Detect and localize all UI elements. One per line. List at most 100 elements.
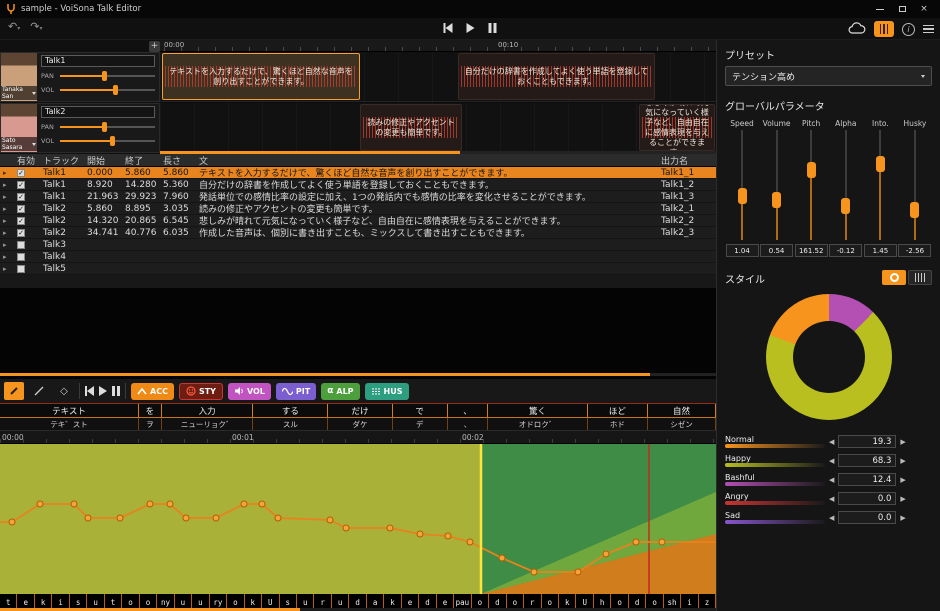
- pen-tool-button[interactable]: [4, 382, 24, 400]
- row-play-icon[interactable]: ▸: [0, 215, 14, 226]
- row-text[interactable]: 自分だけの辞書を作成してよく使う単語を登録しておくこともできます。: [196, 179, 658, 190]
- word-segment[interactable]: ほど: [588, 404, 648, 417]
- edit-pause-button[interactable]: [112, 386, 120, 396]
- row-play-icon[interactable]: ▸: [0, 239, 14, 250]
- track-row[interactable]: Tanaka San Talk1 PAN: [0, 52, 160, 102]
- word-segment[interactable]: する: [253, 404, 328, 417]
- style-value[interactable]: 0.0: [838, 511, 896, 524]
- param-slider-handle[interactable]: [807, 162, 816, 178]
- decrement-button[interactable]: ◀: [829, 514, 834, 522]
- reading-segment[interactable]: ダケ: [328, 418, 392, 430]
- word-segment[interactable]: で: [393, 404, 448, 417]
- vol-slider[interactable]: [60, 136, 155, 146]
- param-value[interactable]: 1.45: [864, 244, 897, 257]
- table-row[interactable]: ▸ ✓ Talk2 34.741 40.776 6.035 作成した音声は、個別…: [0, 227, 716, 239]
- mixer-button[interactable]: [874, 21, 894, 37]
- pitch-toggle[interactable]: PIT: [276, 383, 316, 400]
- reading-segment[interactable]: テキ゛スト: [0, 418, 139, 430]
- row-text[interactable]: [196, 251, 658, 262]
- table-row[interactable]: ▸ ✓ Talk1 21.963 29.923 7.960 発話単位での感情比率…: [0, 191, 716, 203]
- style-view-bars-button[interactable]: [908, 270, 932, 285]
- param-slider[interactable]: [771, 130, 783, 240]
- row-enabled-checkbox[interactable]: ✓: [14, 179, 40, 190]
- increment-button[interactable]: ▶: [900, 514, 905, 522]
- pitch-canvas[interactable]: [0, 444, 716, 594]
- param-value[interactable]: 0.54: [760, 244, 793, 257]
- param-slider-handle[interactable]: [772, 192, 781, 208]
- pan-slider[interactable]: [60, 71, 155, 81]
- reading-segment[interactable]: ニューリョク゛: [162, 418, 254, 430]
- param-value[interactable]: 1.04: [726, 244, 759, 257]
- reading-segment[interactable]: シゼン: [648, 418, 716, 430]
- info-button[interactable]: i: [902, 23, 915, 36]
- pan-slider[interactable]: [60, 122, 155, 132]
- col-length[interactable]: 長さ: [160, 154, 196, 166]
- row-play-icon[interactable]: ▸: [0, 179, 14, 190]
- menu-button[interactable]: [923, 25, 934, 34]
- row-text[interactable]: 作成した音声は、個別に書き出すことも、ミックスして書き出すこともできます。: [196, 227, 658, 238]
- param-value[interactable]: 161.52: [795, 244, 828, 257]
- param-slider-handle[interactable]: [841, 198, 850, 214]
- voice-selector[interactable]: Tanaka San: [1, 86, 37, 100]
- edit-skip-start-button[interactable]: [85, 386, 94, 396]
- timeline-track-lane[interactable]: テキストを入力するだけで、驚くほど自然な音声を創り出すことができます。 自分だけ…: [160, 52, 716, 102]
- style-value[interactable]: 19.3: [838, 435, 896, 448]
- row-play-icon[interactable]: ▸: [0, 263, 14, 274]
- pan-slider-handle[interactable]: [102, 71, 107, 81]
- row-enabled-checkbox[interactable]: ✓: [14, 191, 40, 202]
- pause-button[interactable]: [489, 23, 497, 33]
- row-enabled-checkbox[interactable]: ✓: [14, 227, 40, 238]
- table-hscrollbar[interactable]: [0, 373, 716, 376]
- vol-slider-handle[interactable]: [113, 85, 118, 95]
- increment-button[interactable]: ▶: [900, 495, 905, 503]
- param-slider[interactable]: [805, 130, 817, 240]
- param-value[interactable]: -0.12: [829, 244, 862, 257]
- param-slider[interactable]: [736, 130, 748, 240]
- add-track-button[interactable]: +: [149, 41, 160, 52]
- cloud-sync-button[interactable]: [848, 22, 866, 36]
- word-segment[interactable]: 自然: [648, 404, 716, 417]
- table-row[interactable]: ▸ ✓ Talk1 8.920 14.280 5.360 自分だけの辞書を作成し…: [0, 179, 716, 191]
- vol-slider[interactable]: [60, 85, 155, 95]
- row-enabled-checkbox[interactable]: ✓: [14, 215, 40, 226]
- col-enabled[interactable]: 有効: [14, 154, 40, 166]
- row-enabled-checkbox[interactable]: ✓: [14, 203, 40, 214]
- style-donut[interactable]: [766, 294, 892, 420]
- audio-clip[interactable]: 悲しみが晴れて元気になっていく様子など、自由自在に感情表現を与えることができます…: [639, 104, 715, 151]
- style-value[interactable]: 0.0: [838, 492, 896, 505]
- row-text[interactable]: 悲しみが晴れて元気になっていく様子など、自由自在に感情表現を与えることができます…: [196, 215, 658, 226]
- decrement-button[interactable]: ◀: [829, 457, 834, 465]
- increment-button[interactable]: ▶: [900, 476, 905, 484]
- word-segment[interactable]: 入力: [162, 404, 254, 417]
- param-slider[interactable]: [874, 130, 886, 240]
- decrement-button[interactable]: ◀: [829, 438, 834, 446]
- detail-ruler[interactable]: 00:00 00:01 00:02: [0, 431, 716, 444]
- word-segment[interactable]: テキスト: [0, 404, 139, 417]
- row-play-icon[interactable]: ▸: [0, 203, 14, 214]
- alpha-toggle[interactable]: α ALP: [321, 383, 359, 400]
- track-row[interactable]: Sato Sasara Talk2 PAN: [0, 103, 160, 153]
- col-output[interactable]: 出力名: [658, 154, 716, 166]
- timeline-hscrollbar[interactable]: [160, 151, 716, 154]
- track-name-box[interactable]: Talk1: [41, 55, 155, 67]
- row-enabled-checkbox[interactable]: [14, 251, 40, 262]
- word-segment[interactable]: 、: [448, 404, 488, 417]
- param-slider-handle[interactable]: [910, 202, 919, 218]
- style-value[interactable]: 12.4: [838, 473, 896, 486]
- table-row[interactable]: ▸ Talk4: [0, 251, 716, 263]
- style-view-donut-button[interactable]: [882, 270, 906, 285]
- param-slider[interactable]: [909, 130, 921, 240]
- redo-button[interactable]: ↷▾: [30, 20, 42, 33]
- close-button[interactable]: ×: [918, 4, 930, 14]
- word-segment[interactable]: 驚く: [488, 404, 588, 417]
- reading-segment[interactable]: ヲ: [139, 418, 162, 430]
- voice-selector[interactable]: Sato Sasara: [1, 137, 37, 151]
- param-slider-handle[interactable]: [876, 156, 885, 172]
- edit-play-button[interactable]: [99, 386, 107, 396]
- row-text[interactable]: テキストを入力するだけで、驚くほど自然な音声を創り出すことができます。: [196, 167, 658, 178]
- vol-slider-handle[interactable]: [110, 136, 115, 146]
- audio-clip[interactable]: テキストを入力するだけで、驚くほど自然な音声を創り出すことができます。: [162, 53, 360, 100]
- play-button[interactable]: [467, 23, 475, 33]
- reading-segment[interactable]: スル: [253, 418, 328, 430]
- table-row[interactable]: ▸ Talk5: [0, 263, 716, 275]
